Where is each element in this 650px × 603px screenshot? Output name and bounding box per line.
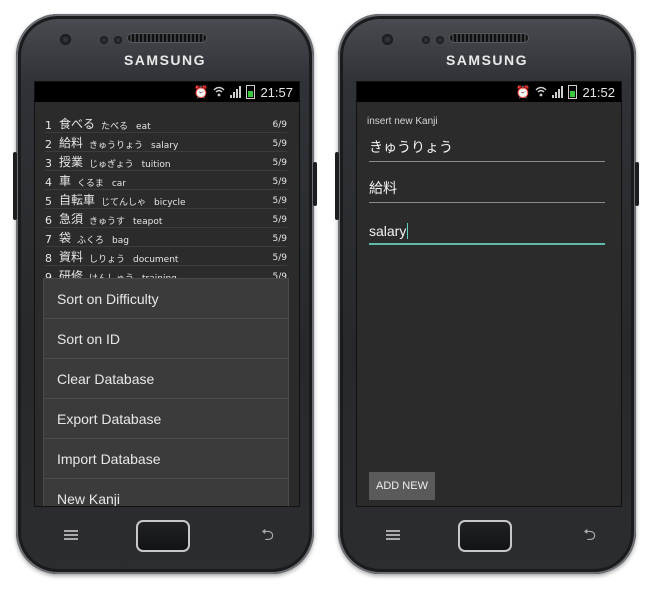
power-key[interactable]: [313, 162, 317, 206]
brand-logo: SAMSUNG: [123, 52, 207, 68]
front-camera: [436, 36, 444, 44]
list-item[interactable]: 8 資料 しりょう document 5/9: [45, 247, 287, 266]
volume-key[interactable]: [13, 152, 17, 220]
proximity-sensor: [100, 36, 108, 44]
back-icon[interactable]: ⮌: [261, 524, 274, 551]
power-key[interactable]: [635, 162, 639, 206]
signal-icon: [552, 86, 564, 98]
list-item[interactable]: 5 自転車 じてんしゃ bicycle 5/9: [45, 190, 287, 209]
brand-logo: SAMSUNG: [445, 52, 529, 68]
menu-item-new-kanji[interactable]: New Kanji: [44, 479, 288, 507]
wifi-icon: [535, 86, 547, 99]
list-item[interactable]: 1 食べる たべる eat 6/9: [45, 114, 287, 133]
list-item[interactable]: 7 袋 ふくろ bag 5/9: [45, 228, 287, 247]
kanji-field[interactable]: 給料: [369, 176, 605, 203]
kanji-list: 1 食べる たべる eat 6/9 2 給料 きゅうりょう salary 5/9…: [35, 102, 287, 285]
front-sensor: [60, 34, 71, 45]
list-item[interactable]: 2 給料 きゅうりょう salary 5/9: [45, 133, 287, 152]
phone-left: SAMSUNG ⏰ 21:57 1 食べる たべる eat 6/9 2 給料 き…: [13, 14, 317, 574]
list-item[interactable]: 3 授業 じゅぎょう tuition 5/9: [45, 152, 287, 171]
front-sensor: [382, 34, 393, 45]
front-camera: [114, 36, 122, 44]
add-new-button[interactable]: ADD NEW: [369, 472, 435, 500]
volume-key[interactable]: [335, 152, 339, 220]
reading-field[interactable]: きゅうりょう: [369, 135, 605, 162]
earpiece-speaker: [128, 34, 206, 42]
hardware-nav-bar: ⮌: [338, 516, 636, 556]
proximity-sensor: [422, 36, 430, 44]
meaning-field[interactable]: salary: [369, 217, 605, 245]
meaning-field-value: salary: [369, 223, 407, 239]
menu-icon[interactable]: [386, 530, 400, 540]
hardware-nav-bar: ⮌: [16, 516, 314, 556]
phone-right: SAMSUNG ⏰ 21:52 insert new Kanji きゅうりょう …: [335, 14, 639, 574]
menu-item-sort-id[interactable]: Sort on ID: [44, 319, 288, 359]
battery-icon: [246, 85, 256, 99]
status-bar: ⏰ 21:57: [35, 82, 299, 102]
alarm-icon: ⏰: [515, 85, 531, 99]
earpiece-speaker: [450, 34, 528, 42]
menu-item-export-database[interactable]: Export Database: [44, 399, 288, 439]
wifi-icon: [213, 86, 225, 99]
home-button[interactable]: [136, 520, 190, 552]
status-bar: ⏰ 21:52: [357, 82, 621, 102]
menu-icon[interactable]: [64, 530, 78, 540]
form-title: insert new Kanji: [367, 116, 438, 127]
alarm-icon: ⏰: [193, 85, 209, 99]
screen: ⏰ 21:57 1 食べる たべる eat 6/9 2 給料 きゅうりょう sa…: [34, 81, 300, 507]
list-item[interactable]: 6 急須 きゅうす teapot 5/9: [45, 209, 287, 228]
signal-icon: [230, 86, 242, 98]
options-menu: Sort on Difficulty Sort on ID Clear Data…: [43, 278, 289, 507]
home-button[interactable]: [458, 520, 512, 552]
menu-item-sort-difficulty[interactable]: Sort on Difficulty: [44, 279, 288, 319]
status-time: 21:57: [260, 84, 293, 100]
screen: ⏰ 21:52 insert new Kanji きゅうりょう 給料 salar…: [356, 81, 622, 507]
status-time: 21:52: [582, 84, 615, 100]
text-cursor: [407, 223, 409, 239]
battery-icon: [568, 85, 578, 99]
menu-item-clear-database[interactable]: Clear Database: [44, 359, 288, 399]
list-item[interactable]: 4 車 くるま car 5/9: [45, 171, 287, 190]
menu-item-import-database[interactable]: Import Database: [44, 439, 288, 479]
back-icon[interactable]: ⮌: [583, 524, 596, 551]
